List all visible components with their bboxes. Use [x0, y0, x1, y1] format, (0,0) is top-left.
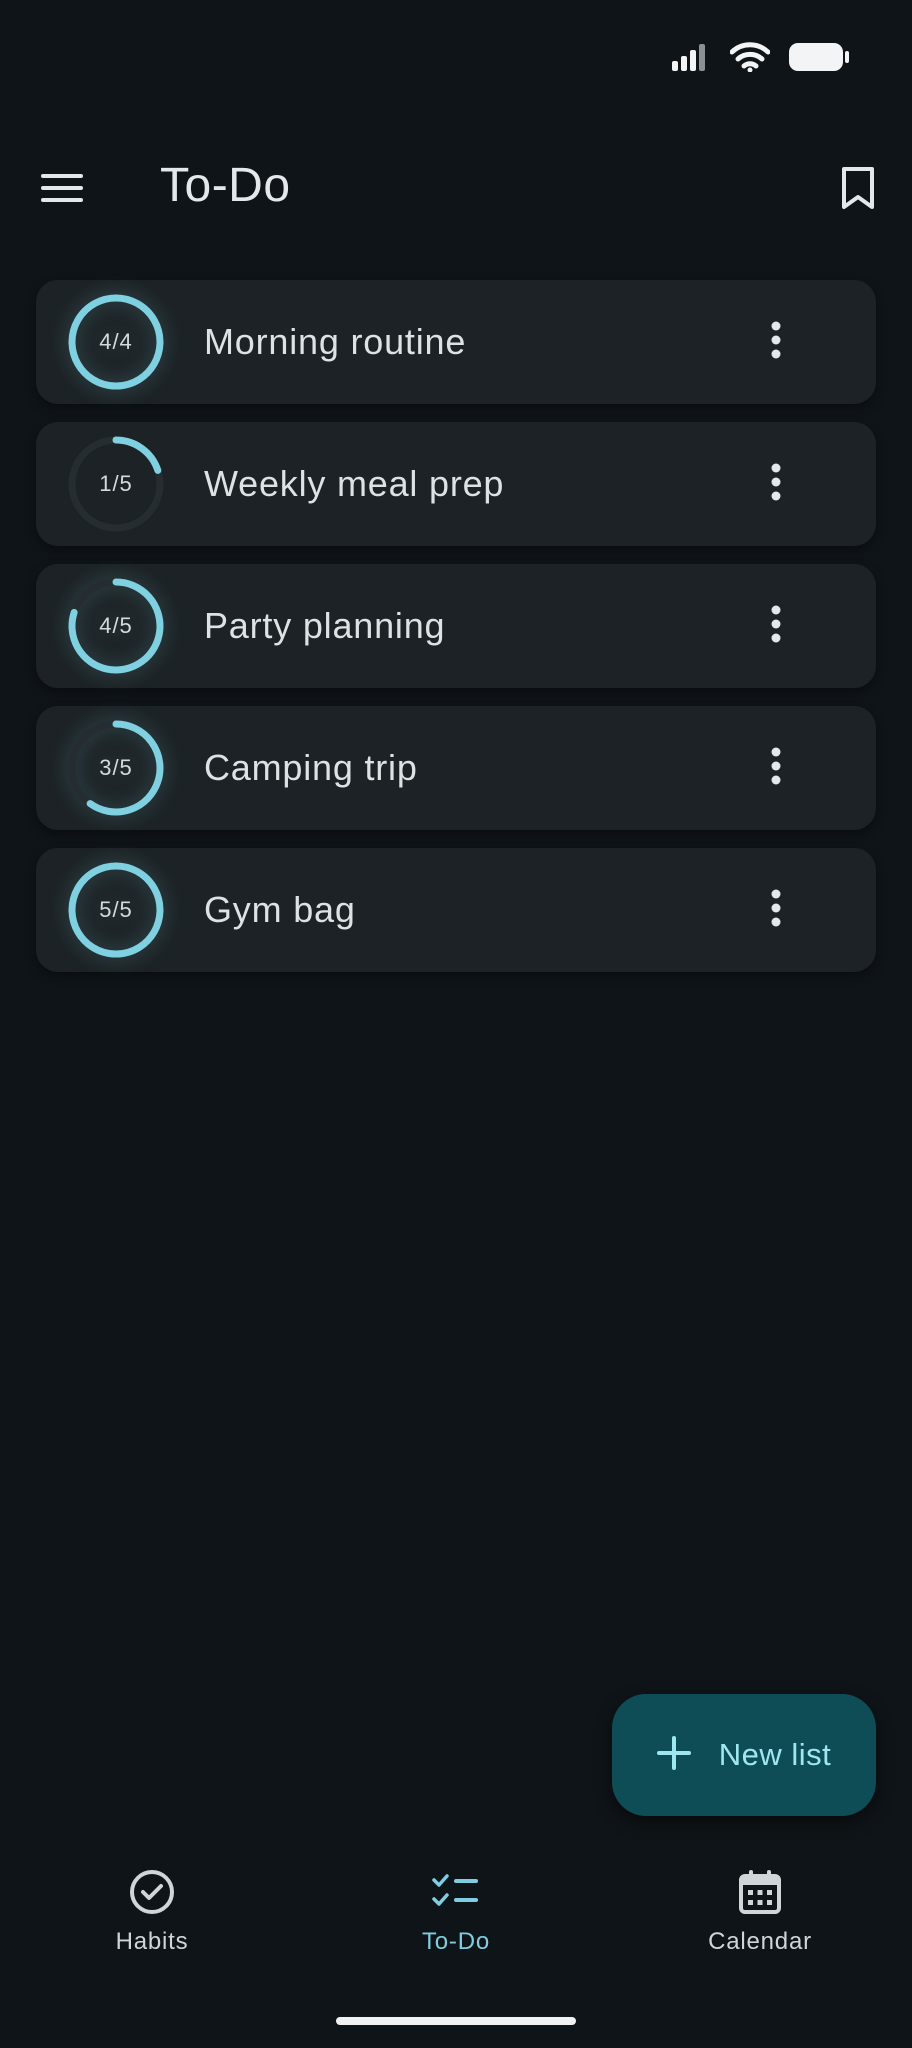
signal-icon	[672, 43, 712, 76]
more-options-button[interactable]	[756, 738, 796, 798]
check-circle-icon	[129, 1862, 175, 1922]
new-list-button[interactable]: New list	[612, 1694, 876, 1816]
list-name: Weekly meal prep	[204, 463, 505, 504]
list-item[interactable]: 4/4 Morning routine	[36, 280, 876, 404]
new-list-label: New list	[718, 1737, 832, 1772]
nav-todo[interactable]: To-Do	[356, 1862, 556, 1982]
progress-count: 1/5	[99, 471, 133, 496]
progress-ring: 3/5	[66, 718, 166, 818]
more-vert-icon	[771, 605, 781, 648]
progress-count: 4/4	[99, 329, 133, 354]
list-name: Camping trip	[204, 747, 418, 788]
more-options-button[interactable]	[756, 454, 796, 514]
menu-button[interactable]	[30, 162, 94, 218]
progress-ring: 5/5	[66, 860, 166, 960]
more-options-button[interactable]	[756, 880, 796, 940]
menu-icon	[41, 173, 83, 208]
calendar-icon	[738, 1862, 782, 1922]
list-item[interactable]: 5/5 Gym bag	[36, 848, 876, 972]
nav-label: Habits	[115, 1928, 189, 1955]
checklist-icon	[432, 1862, 480, 1922]
list-name: Gym bag	[204, 889, 356, 930]
progress-count: 3/5	[99, 755, 133, 780]
progress-ring: 4/5	[66, 576, 166, 676]
battery-icon	[788, 42, 850, 77]
list-item[interactable]: 3/5 Camping trip	[36, 706, 876, 830]
todo-lists: 4/4 Morning routine 1/5 Weekly meal prep	[36, 280, 876, 990]
list-item[interactable]: 1/5 Weekly meal prep	[36, 422, 876, 546]
nav-calendar[interactable]: Calendar	[660, 1862, 860, 1982]
bookmark-icon	[841, 166, 875, 215]
progress-count: 4/5	[99, 613, 133, 638]
bookmark-button[interactable]	[826, 158, 890, 222]
progress-ring: 4/4	[66, 292, 166, 392]
home-indicator[interactable]	[336, 2017, 576, 2025]
more-vert-icon	[771, 463, 781, 506]
status-bar	[0, 0, 912, 120]
list-name: Party planning	[204, 605, 446, 646]
more-vert-icon	[771, 747, 781, 790]
nav-label: Calendar	[708, 1928, 812, 1955]
list-item[interactable]: 4/5 Party planning	[36, 564, 876, 688]
more-options-button[interactable]	[756, 596, 796, 656]
progress-ring: 1/5	[66, 434, 166, 534]
app-bar: To-Do	[0, 140, 912, 240]
wifi-icon	[729, 42, 771, 77]
more-vert-icon	[771, 889, 781, 932]
status-icons	[672, 42, 850, 77]
progress-count: 5/5	[99, 897, 133, 922]
bottom-navigation: Habits To-Do Calendar	[0, 1862, 912, 1992]
more-options-button[interactable]	[756, 312, 796, 372]
nav-habits[interactable]: Habits	[52, 1862, 252, 1982]
plus-icon	[656, 1735, 691, 1775]
page-title: To-Do	[160, 159, 291, 212]
nav-label: To-Do	[421, 1928, 491, 1955]
list-name: Morning routine	[204, 321, 467, 362]
more-vert-icon	[771, 321, 781, 364]
